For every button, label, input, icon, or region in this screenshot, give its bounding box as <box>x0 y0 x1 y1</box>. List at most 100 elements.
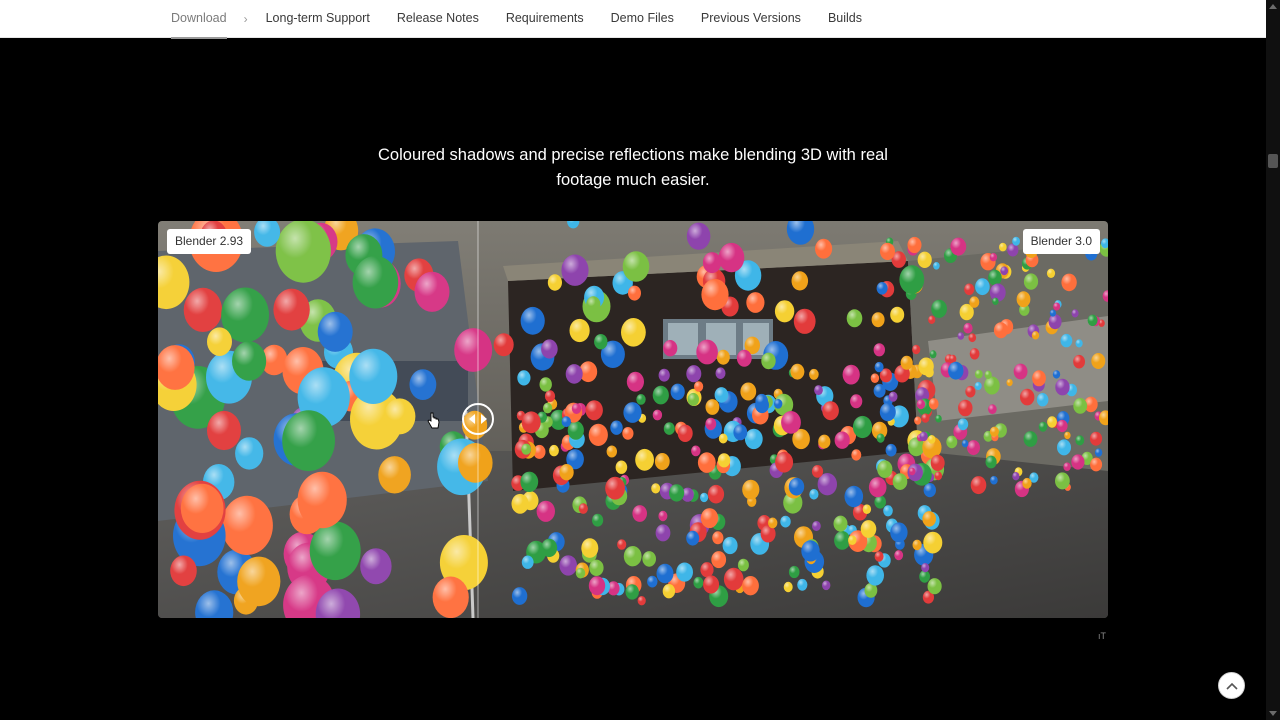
balloon-highlight <box>950 237 967 256</box>
balloon-highlight <box>916 399 926 410</box>
label-before: Blender 2.93 <box>167 229 252 254</box>
balloon-highlight <box>1090 457 1103 472</box>
balloon-highlight <box>565 364 583 384</box>
balloon-highlight <box>928 315 936 324</box>
nav-long-term-support[interactable]: Long-term Support <box>266 0 370 38</box>
balloon-highlight <box>930 454 945 471</box>
balloon-highlight <box>742 576 759 596</box>
balloon-highlight <box>594 334 608 350</box>
balloon-highlight <box>662 584 676 599</box>
balloon-highlight <box>919 431 928 442</box>
balloon-highlight <box>791 271 809 291</box>
balloon-highlight <box>1052 370 1061 379</box>
scrollbar-thumb[interactable] <box>1268 154 1278 168</box>
balloon-highlight <box>700 562 714 578</box>
balloon-highlight <box>888 391 898 402</box>
nav-builds[interactable]: Builds <box>828 0 862 38</box>
balloon-highlight <box>877 460 893 478</box>
balloon-highlight <box>1013 363 1028 380</box>
balloon-highlight <box>651 483 661 494</box>
nav-previous-versions[interactable]: Previous Versions <box>701 0 801 38</box>
balloon-highlight <box>697 452 716 473</box>
balloon-highlight <box>539 377 552 392</box>
balloon-highlight <box>922 511 936 527</box>
balloon-highlight <box>621 318 646 347</box>
balloon-highlight <box>883 505 893 517</box>
balloon-highlight <box>658 510 668 522</box>
balloon-highlight <box>623 546 642 567</box>
balloon-highlight <box>868 477 887 498</box>
balloon-highlight <box>606 445 617 458</box>
balloon-highlight <box>921 413 930 423</box>
balloon-highlight <box>974 369 983 379</box>
balloon-highlight <box>559 555 577 576</box>
balloon-highlight <box>623 402 642 423</box>
chevron-right-icon: › <box>243 11 248 26</box>
balloon-highlight <box>536 500 555 522</box>
nav-demo-files[interactable]: Demo Files <box>611 0 674 38</box>
balloon-highlight <box>975 278 990 296</box>
balloon-highlight <box>687 392 699 406</box>
balloon-highlight <box>876 433 885 443</box>
balloon-highlight <box>586 296 601 313</box>
balloon-highlight <box>990 475 998 485</box>
balloon-highlight <box>705 399 720 415</box>
balloon-highlight <box>544 390 556 403</box>
page-scrollbar[interactable] <box>1266 0 1280 720</box>
balloon-highlight <box>1071 454 1085 470</box>
balloon-highlight <box>636 394 646 405</box>
balloon-highlight <box>571 403 582 414</box>
balloon-highlight <box>788 565 800 579</box>
balloon-highlight <box>931 299 947 318</box>
balloon-highlight <box>1032 370 1046 387</box>
scroll-down-icon[interactable] <box>1269 711 1277 716</box>
balloon-highlight <box>1073 354 1085 369</box>
scroll-up-icon[interactable] <box>1269 4 1277 9</box>
balloon-highlight <box>958 399 973 417</box>
balloon-highlight <box>894 550 904 561</box>
balloon-highlight <box>989 253 998 262</box>
balloon-highlight <box>818 434 831 449</box>
image-comparison-slider[interactable]: Blender 2.93 Blender 3.0 <box>158 221 1108 618</box>
balloon-highlight <box>801 540 820 562</box>
balloon-highlight <box>1055 378 1070 396</box>
balloon-highlight <box>811 465 824 478</box>
balloon-highlight <box>873 343 885 357</box>
balloon-highlight <box>722 536 738 555</box>
balloon-highlight <box>715 367 726 379</box>
balloon-highlight <box>866 565 884 586</box>
balloon-highlight <box>815 238 833 259</box>
balloon-highlight <box>705 417 717 431</box>
nav-download[interactable]: Download <box>171 0 227 39</box>
balloon-highlight <box>927 578 942 595</box>
balloon-highlight <box>1087 314 1098 326</box>
balloon-highlight <box>632 505 647 522</box>
chevron-up-icon <box>1225 682 1238 690</box>
balloon-highlight <box>625 584 639 600</box>
balloon-highlight <box>1060 333 1073 348</box>
balloon-highlight <box>700 492 709 503</box>
balloon-highlight <box>686 530 700 546</box>
balloon-highlight <box>718 242 745 273</box>
balloon-highlight <box>736 349 752 367</box>
balloon-highlight <box>702 252 722 274</box>
balloon-highlight <box>848 535 857 545</box>
balloon-highlight <box>744 428 763 450</box>
balloon-highlight <box>988 404 997 415</box>
balloon-highlight <box>921 563 930 573</box>
nav-requirements[interactable]: Requirements <box>506 0 584 38</box>
balloon-highlight <box>549 444 559 457</box>
balloon-highlight <box>774 399 783 409</box>
balloon-highlight <box>879 402 896 422</box>
back-to-top-button[interactable] <box>1218 672 1245 699</box>
balloon-highlight <box>822 401 839 421</box>
balloon-highlight <box>663 422 675 435</box>
balloon-highlight <box>686 222 711 250</box>
balloon-highlight <box>1073 398 1088 414</box>
balloon-highlight <box>1006 379 1013 387</box>
nav-release-notes[interactable]: Release Notes <box>397 0 479 38</box>
balloon-highlight <box>581 538 599 558</box>
balloon-highlight <box>892 473 908 490</box>
balloon-highlight <box>1063 462 1071 471</box>
balloon-highlight <box>927 435 936 444</box>
